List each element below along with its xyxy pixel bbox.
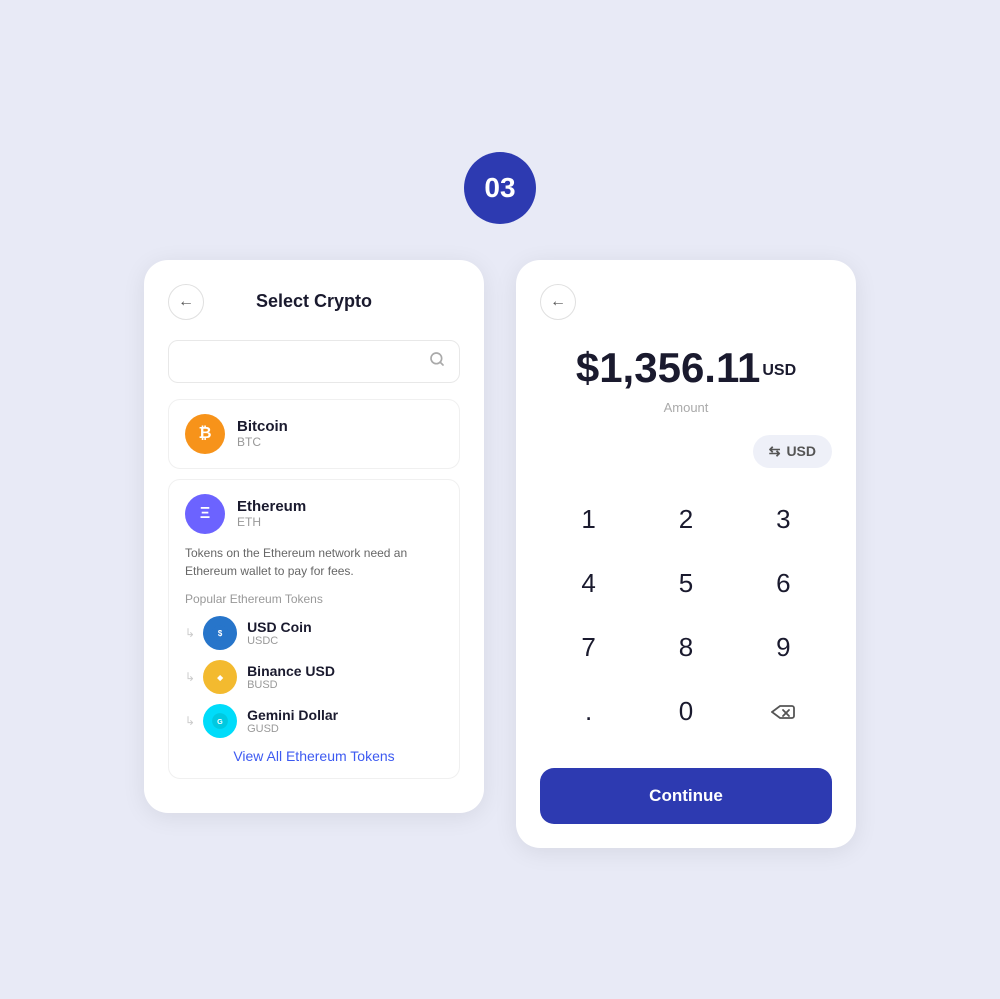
- numpad-key-2[interactable]: 2: [637, 488, 734, 552]
- numpad-key-7[interactable]: 7: [540, 616, 637, 680]
- right-back-button[interactable]: ←: [540, 284, 576, 320]
- left-panel: ← Select Crypto ₿ Bitcoin BTC: [144, 260, 484, 813]
- numpad-key-5[interactable]: 5: [637, 552, 734, 616]
- bitcoin-info: Bitcoin BTC: [237, 418, 288, 449]
- popular-tokens-label: Popular Ethereum Tokens: [185, 592, 443, 606]
- panels-container: ← Select Crypto ₿ Bitcoin BTC: [144, 260, 856, 848]
- svg-text:G: G: [217, 716, 223, 725]
- svg-text:$: $: [218, 628, 223, 637]
- svg-text:◆: ◆: [216, 672, 223, 681]
- view-all-ethereum-link[interactable]: View All Ethereum Tokens: [185, 748, 443, 764]
- numpad-key-6[interactable]: 6: [735, 552, 832, 616]
- bitcoin-item[interactable]: ₿ Bitcoin BTC: [168, 399, 460, 469]
- indent-arrow-busd: ↳: [185, 670, 195, 684]
- step-badge: 03: [464, 152, 536, 224]
- numpad-key-backspace[interactable]: [735, 680, 832, 744]
- ethereum-section: Ξ Ethereum ETH Tokens on the Ethereum ne…: [168, 479, 460, 779]
- bitcoin-name: Bitcoin: [237, 418, 288, 435]
- ethereum-symbol: ETH: [237, 515, 306, 529]
- usdc-icon: $: [203, 616, 237, 650]
- amount-value: $1,356.11: [576, 344, 761, 391]
- currency-toggle-container: ⇆ USD: [540, 435, 832, 468]
- amount-currency-code: USD: [762, 362, 796, 379]
- ethereum-note: Tokens on the Ethereum network need an E…: [185, 544, 443, 580]
- numpad-key-1[interactable]: 1: [540, 488, 637, 552]
- gusd-token-item[interactable]: ↳ G Gemini Dollar GUSD: [185, 704, 443, 738]
- busd-icon: ◆: [203, 660, 237, 694]
- numpad-key-9[interactable]: 9: [735, 616, 832, 680]
- gusd-icon: G: [203, 704, 237, 738]
- left-back-button[interactable]: ←: [168, 284, 204, 320]
- ethereum-icon: Ξ: [185, 494, 225, 534]
- usdc-token-item[interactable]: ↳ $ USD Coin USDC: [185, 616, 443, 650]
- indent-arrow-usdc: ↳: [185, 626, 195, 640]
- step-number: 03: [484, 172, 515, 204]
- left-panel-title: Select Crypto: [256, 291, 372, 312]
- currency-toggle-label: USD: [786, 443, 816, 459]
- search-input[interactable]: [183, 353, 429, 370]
- right-panel-header: ←: [540, 284, 832, 320]
- search-box: [168, 340, 460, 383]
- numpad-key-4[interactable]: 4: [540, 552, 637, 616]
- bitcoin-symbol: BTC: [237, 435, 288, 449]
- toggle-icon: ⇆: [769, 443, 781, 460]
- ethereum-name: Ethereum: [237, 498, 306, 515]
- search-icon: [429, 351, 445, 372]
- numpad: 1 2 3 4 5 6 7 8 9 . 0: [540, 488, 832, 744]
- ethereum-info: Ethereum ETH: [237, 498, 306, 529]
- amount-display: $1,356.11USD: [540, 344, 832, 392]
- right-panel: ← $1,356.11USD Amount ⇆ USD 1 2 3 4 5 6 …: [516, 260, 856, 848]
- numpad-key-dot[interactable]: .: [540, 680, 637, 744]
- left-panel-header: ← Select Crypto: [168, 284, 460, 320]
- indent-arrow-gusd: ↳: [185, 714, 195, 728]
- currency-toggle-button[interactable]: ⇆ USD: [753, 435, 832, 468]
- numpad-key-0[interactable]: 0: [637, 680, 734, 744]
- amount-label: Amount: [540, 400, 832, 415]
- numpad-key-8[interactable]: 8: [637, 616, 734, 680]
- busd-token-item[interactable]: ↳ ◆ Binance USD BUSD: [185, 660, 443, 694]
- continue-button[interactable]: Continue: [540, 768, 832, 824]
- bitcoin-icon: ₿: [185, 414, 225, 454]
- numpad-key-3[interactable]: 3: [735, 488, 832, 552]
